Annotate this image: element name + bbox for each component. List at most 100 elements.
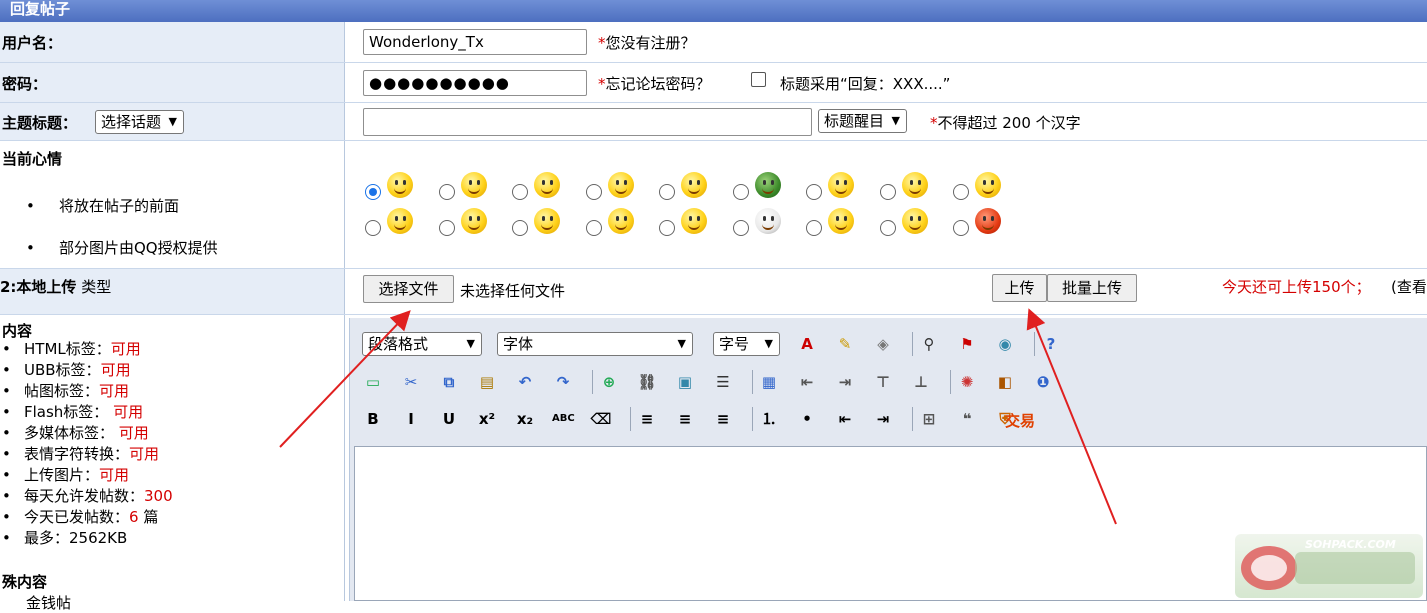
mood-emoticon-icon[interactable]: [901, 208, 928, 234]
mood-radio[interactable]: [438, 184, 455, 200]
mood-emoticon-icon[interactable]: [607, 172, 634, 198]
insert-row-icon[interactable]: ⊤: [872, 371, 894, 393]
no-file-chosen-text: 未选择任何文件: [460, 282, 566, 300]
paragraph-format-select[interactable]: 段落格式 ▼: [362, 332, 482, 356]
insert-quote-icon[interactable]: ❝: [956, 408, 978, 430]
trade-button[interactable]: 交易: [1005, 410, 1035, 431]
underline-icon[interactable]: U: [438, 408, 460, 430]
superscript-icon[interactable]: x²: [476, 408, 498, 430]
ordered-list-icon[interactable]: ⒈: [758, 408, 780, 430]
align-left-icon[interactable]: ≡: [636, 408, 658, 430]
insert-object-icon[interactable]: ◈: [872, 333, 894, 355]
search-replace-icon[interactable]: ◉: [994, 333, 1016, 355]
mood-radio[interactable]: [659, 184, 675, 200]
mood-radio[interactable]: [365, 220, 381, 236]
content-rule: Flash标签： 可用: [0, 402, 173, 423]
mood-emoticon-icon[interactable]: [387, 172, 413, 198]
italic-icon[interactable]: I: [400, 408, 422, 430]
content-rule: 表情字符转换：可用: [0, 444, 173, 465]
mood-note: 将放在帖子的前面: [24, 185, 218, 227]
mood-radio[interactable]: [732, 220, 749, 236]
upload-button[interactable]: 上传: [992, 274, 1047, 302]
mood-emoticon-icon[interactable]: [387, 208, 413, 234]
insert-media-icon[interactable]: ◧: [994, 371, 1016, 393]
unlink-icon[interactable]: ⛓: [636, 371, 658, 393]
mood-emoticon-icon[interactable]: [681, 172, 707, 198]
eraser-icon[interactable]: ⌫: [590, 408, 612, 430]
mood-radio[interactable]: [365, 184, 381, 200]
mood-radio[interactable]: [879, 184, 896, 200]
insert-link-icon[interactable]: ⊕: [598, 371, 620, 393]
mood-radio[interactable]: [585, 220, 602, 236]
highlight-icon[interactable]: ✎: [834, 333, 856, 355]
password-input[interactable]: [363, 70, 587, 96]
choose-file-button[interactable]: 选择文件: [363, 275, 454, 303]
font-select[interactable]: 字体 ▼: [497, 332, 693, 356]
mood-radio[interactable]: [806, 220, 822, 236]
mood-radio[interactable]: [879, 220, 896, 236]
unordered-list-icon[interactable]: •: [796, 408, 818, 430]
mood-emoticon-icon[interactable]: [975, 172, 1001, 198]
cut-icon[interactable]: ✂: [400, 371, 422, 393]
help-icon[interactable]: ?: [1040, 333, 1062, 355]
redo-icon[interactable]: ↷: [552, 371, 574, 393]
insert-code-icon[interactable]: ⊞: [918, 408, 940, 430]
mood-emoticon-icon[interactable]: [534, 208, 560, 234]
new-document-icon[interactable]: ▭: [362, 371, 384, 393]
title-style-select[interactable]: 标题醒目 ▼: [818, 109, 908, 133]
align-center-icon[interactable]: ≡: [674, 408, 696, 430]
subject-input[interactable]: [363, 108, 812, 136]
paste-icon[interactable]: ▤: [476, 371, 498, 393]
font-size-select[interactable]: 字号 ▼: [713, 332, 780, 356]
insert-column-icon[interactable]: ⊥: [910, 371, 932, 393]
forgot-password-link[interactable]: 忘记论坛密码？: [606, 75, 711, 93]
table-merge-icon[interactable]: ⇥: [834, 371, 856, 393]
mood-emoticon-icon[interactable]: [975, 208, 1001, 234]
view-uploads-link[interactable]: (查看: [1391, 276, 1427, 297]
mood-radio[interactable]: [953, 220, 969, 236]
subject-label: 主题标题：: [2, 114, 78, 132]
mood-emoticon-icon[interactable]: [828, 172, 854, 198]
mood-radio[interactable]: [585, 184, 602, 200]
insert-image-icon[interactable]: ▣: [674, 371, 696, 393]
emoticon-icon[interactable]: ❶: [1032, 371, 1054, 393]
watermark-logo: SOHPACK.COM: [1235, 534, 1423, 598]
horizontal-rule-icon[interactable]: ☰: [712, 371, 734, 393]
mood-radio[interactable]: [732, 184, 749, 200]
mood-radio[interactable]: [659, 220, 675, 236]
mood-radio[interactable]: [806, 184, 822, 200]
subscript-icon[interactable]: x₂: [514, 408, 536, 430]
font-color-icon[interactable]: A: [796, 333, 818, 355]
mood-emoticon-icon[interactable]: [534, 172, 560, 198]
indent-icon[interactable]: ⇥: [872, 408, 894, 430]
table-split-icon[interactable]: ⇤: [796, 371, 818, 393]
copy-icon[interactable]: ⧉: [438, 371, 460, 393]
register-link[interactable]: 您没有注册？: [606, 34, 696, 52]
content-rule: 每天允许发帖数：300: [0, 486, 173, 507]
reply-title-checkbox[interactable]: [751, 72, 766, 87]
mood-emoticon-icon[interactable]: [607, 208, 634, 234]
mood-radio[interactable]: [512, 184, 528, 200]
mood-radio[interactable]: [512, 220, 528, 236]
mood-emoticon-icon[interactable]: [901, 172, 928, 198]
mood-emoticon-icon[interactable]: [754, 172, 781, 198]
topic-select[interactable]: 选择话题 ▼: [95, 110, 185, 134]
special-char-icon[interactable]: ✺: [956, 371, 978, 393]
find-icon[interactable]: ⚲: [918, 333, 940, 355]
align-right-icon[interactable]: ≡: [712, 408, 734, 430]
mood-emoticon-icon[interactable]: [828, 208, 854, 234]
batch-upload-button[interactable]: 批量上传: [1047, 274, 1137, 302]
mood-radio[interactable]: [953, 184, 969, 200]
bold-icon[interactable]: B: [362, 408, 384, 430]
mood-emoticon-icon[interactable]: [460, 208, 487, 234]
outdent-icon[interactable]: ⇤: [834, 408, 856, 430]
undo-icon[interactable]: ↶: [514, 371, 536, 393]
insert-table-icon[interactable]: ▦: [758, 371, 780, 393]
mood-emoticon-icon[interactable]: [754, 208, 781, 234]
insert-flag-icon[interactable]: ⚑: [956, 333, 978, 355]
mood-radio[interactable]: [438, 220, 455, 236]
mood-emoticon-icon[interactable]: [681, 208, 707, 234]
mood-emoticon-icon[interactable]: [460, 172, 487, 198]
username-input[interactable]: [363, 29, 587, 55]
strikethrough-icon[interactable]: ABC: [552, 408, 575, 430]
